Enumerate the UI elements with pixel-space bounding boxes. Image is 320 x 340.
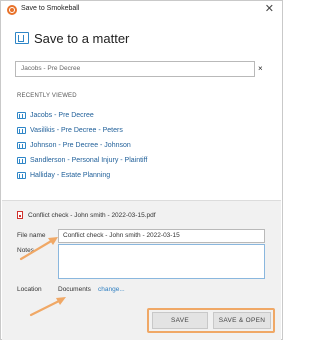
- recent-matter-label: Johnson - Pre Decree - Johnson: [30, 142, 131, 149]
- save-and-open-button[interactable]: SAVE & OPEN: [213, 312, 271, 329]
- recent-matter-label: Halliday - Estate Planning: [30, 172, 111, 179]
- recent-matter-item[interactable]: Jacobs - Pre Decree: [17, 108, 257, 123]
- source-file-name: Conflict check - John smith - 2022-03-15…: [28, 211, 156, 219]
- location-label: Location: [17, 286, 42, 293]
- save-dialog: Save to Smokeball ✕ Save to a matter Jac…: [0, 0, 283, 340]
- matter-icon: [17, 127, 26, 134]
- recent-matter-item[interactable]: Johnson - Pre Decree - Johnson: [17, 138, 257, 153]
- recently-viewed-heading: RECENTLY VIEWED: [17, 93, 77, 99]
- pdf-icon: [17, 211, 23, 219]
- close-icon[interactable]: ✕: [265, 3, 274, 15]
- save-button[interactable]: SAVE: [152, 312, 208, 329]
- matter-search-input[interactable]: Jacobs - Pre Decree: [15, 61, 255, 77]
- recent-matter-item[interactable]: Vasilikis - Pre Decree - Peters: [17, 123, 257, 138]
- notes-label: Notes: [17, 247, 34, 254]
- clear-search-icon[interactable]: ×: [258, 63, 263, 75]
- recently-viewed-list: Jacobs - Pre Decree Vasilikis - Pre Decr…: [17, 108, 257, 183]
- recent-matter-item[interactable]: Halliday - Estate Planning: [17, 168, 257, 183]
- dialog-heading: Save to a matter: [15, 30, 130, 46]
- title-bar: Save to Smokeball ✕: [1, 1, 282, 19]
- matter-icon: [17, 112, 26, 119]
- matter-icon: [17, 172, 26, 179]
- smokeball-logo-icon: [7, 5, 17, 15]
- recent-matter-label: Jacobs - Pre Decree: [30, 112, 94, 119]
- window-title: Save to Smokeball: [21, 5, 80, 12]
- change-location-link[interactable]: change...: [98, 286, 125, 293]
- recent-matter-item[interactable]: Sandlerson - Personal Injury - Plaintiff: [17, 153, 257, 168]
- matter-folder-icon: [15, 32, 29, 44]
- matter-icon: [17, 157, 26, 164]
- file-name-label: File name: [17, 232, 46, 239]
- notes-textarea[interactable]: [58, 244, 265, 279]
- file-name-input[interactable]: Conflict check - John smith - 2022-03-15: [58, 229, 265, 243]
- recent-matter-label: Vasilikis - Pre Decree - Peters: [30, 127, 123, 134]
- location-value: Documents: [58, 286, 91, 293]
- matter-icon: [17, 142, 26, 149]
- page-title: Save to a matter: [34, 30, 130, 46]
- recent-matter-label: Sandlerson - Personal Injury - Plaintiff: [30, 157, 148, 164]
- source-file: Conflict check - John smith - 2022-03-15…: [17, 211, 156, 219]
